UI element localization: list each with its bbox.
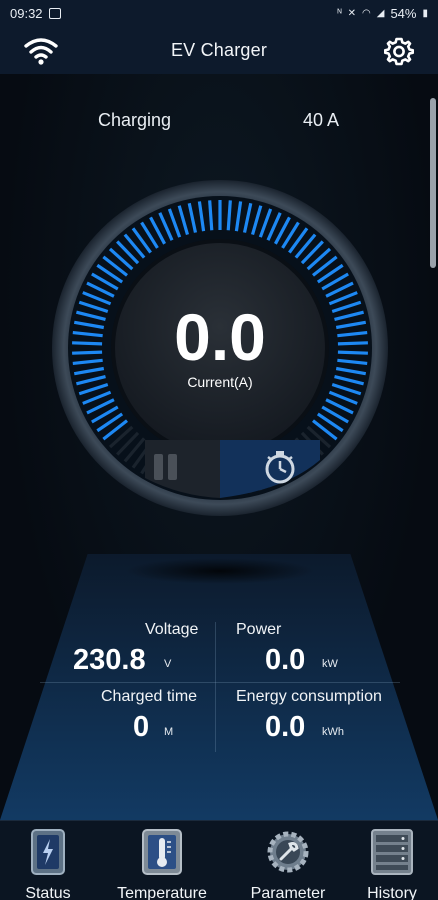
battery-percent: 54% — [390, 5, 417, 21]
image-notification-icon — [48, 7, 61, 19]
list-icon — [371, 829, 413, 875]
metrics-divider-vertical — [215, 622, 216, 752]
voltage-unit: V — [164, 658, 172, 670]
system-status-bar: 09:32 ᴺ ✕ ◠ ◢ 54% ▮ — [0, 0, 438, 26]
app-header: EV Charger — [0, 26, 438, 74]
app-title: EV Charger — [170, 39, 268, 60]
metrics-divider-horizontal — [40, 682, 400, 683]
gear-wrench-icon — [267, 831, 309, 873]
clock: 09:32 — [10, 5, 43, 21]
energy-value: 0.0 — [265, 711, 306, 743]
current-gauge: 0.0 Current(A) — [50, 178, 390, 518]
energy-unit: kWh — [322, 726, 344, 738]
current-value: 0.0 — [174, 300, 266, 374]
tab-history[interactable]: History — [352, 829, 432, 900]
nfc-icon: ᴺ — [337, 7, 342, 19]
wifi-icon[interactable] — [24, 35, 58, 65]
bottom-tab-bar: Status Temperature Parameter History — [0, 820, 438, 900]
wifi-signal-icon: ◠ — [362, 7, 371, 19]
battery-icon — [31, 829, 65, 875]
battery-icon: ▮ — [422, 7, 428, 19]
power-unit: kW — [322, 658, 338, 670]
tab-status[interactable]: Status — [4, 829, 92, 900]
gauge-shadow — [125, 558, 315, 584]
current-label: Current(A) — [187, 374, 253, 390]
charged-time-unit: M — [164, 726, 174, 738]
charged-time-value: 0 — [133, 711, 150, 743]
mute-icon: ✕ — [347, 7, 357, 19]
charged-time-label: Charged time — [101, 688, 198, 705]
current-limit: 40 A — [303, 110, 340, 130]
tab-parameter-label: Parameter — [250, 885, 326, 900]
settings-gear-icon[interactable] — [384, 36, 414, 66]
main-panel: Charging 40 A 0.0 Current(A) Voltage 230… — [0, 74, 438, 820]
thermometer-icon — [142, 829, 182, 875]
tab-history-label: History — [367, 885, 417, 900]
charge-status-row: Charging 40 A — [0, 110, 438, 136]
metrics-floor — [0, 554, 438, 820]
tab-temperature[interactable]: Temperature — [106, 829, 218, 900]
charging-state: Charging — [98, 110, 172, 130]
gauge-tick — [226, 200, 232, 231]
power-label: Power — [236, 621, 282, 638]
tab-parameter[interactable]: Parameter — [240, 829, 336, 900]
cell-signal-icon: ◢ — [376, 7, 385, 19]
tab-status-label: Status — [25, 885, 71, 900]
energy-label: Energy consumption — [236, 688, 382, 705]
voltage-label: Voltage — [145, 621, 199, 638]
voltage-value: 230.8 — [73, 644, 146, 676]
tab-temperature-label: Temperature — [117, 885, 207, 900]
power-value: 0.0 — [265, 644, 306, 676]
gauge-tick — [208, 200, 214, 231]
